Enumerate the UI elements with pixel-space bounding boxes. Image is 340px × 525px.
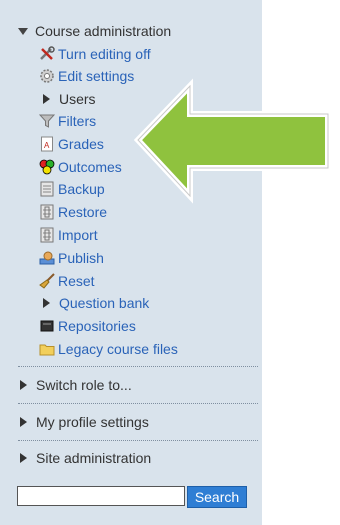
- repositories-link[interactable]: Repositories: [39, 315, 136, 337]
- switch-role-label: Switch role to...: [36, 377, 132, 393]
- outcomes-link[interactable]: Outcomes: [39, 156, 122, 178]
- question-bank-label: Question bank: [59, 295, 150, 311]
- reset-label: Reset: [58, 273, 95, 289]
- users-label: Users: [59, 91, 96, 107]
- course-administration-label: Course administration: [35, 23, 172, 39]
- grades-link[interactable]: A Grades: [39, 133, 104, 155]
- import-link[interactable]: Import: [39, 224, 98, 246]
- svg-text:A: A: [44, 141, 50, 150]
- pointer-arrow-icon: [133, 78, 331, 204]
- restore-link[interactable]: Restore: [39, 201, 107, 223]
- expand-arrow-icon: [20, 417, 27, 427]
- reset-broom-icon: [39, 273, 55, 289]
- backup-link[interactable]: Backup: [39, 178, 105, 200]
- turn-editing-off-link[interactable]: Turn editing off: [39, 43, 151, 65]
- edit-settings-label: Edit settings: [58, 68, 135, 84]
- my-profile-settings-node[interactable]: My profile settings: [20, 411, 149, 433]
- tools-icon: [39, 46, 55, 62]
- section-divider: [18, 440, 258, 441]
- edit-settings-link[interactable]: Edit settings: [39, 65, 134, 87]
- import-label: Import: [58, 227, 98, 243]
- expand-arrow-icon: [43, 298, 50, 308]
- section-divider: [18, 366, 258, 367]
- gear-icon: [39, 68, 55, 84]
- publish-label: Publish: [58, 250, 104, 266]
- repository-icon: [39, 318, 55, 334]
- expand-arrow-icon: [20, 453, 27, 463]
- legacy-course-files-label: Legacy course files: [58, 341, 178, 357]
- filters-link[interactable]: Filters: [39, 110, 96, 132]
- section-divider: [18, 403, 258, 404]
- funnel-icon: [39, 113, 55, 129]
- restore-icon: [39, 204, 55, 220]
- expand-arrow-icon: [20, 380, 27, 390]
- question-bank-node[interactable]: Question bank: [43, 292, 149, 314]
- publish-icon: [39, 250, 55, 266]
- legacy-course-files-link[interactable]: Legacy course files: [39, 338, 178, 360]
- folder-icon: [39, 341, 55, 357]
- reset-link[interactable]: Reset: [39, 270, 95, 292]
- import-icon: [39, 227, 55, 243]
- filters-label: Filters: [58, 113, 97, 129]
- switch-role-node[interactable]: Switch role to...: [20, 374, 132, 396]
- turn-editing-off-label: Turn editing off: [58, 46, 151, 62]
- publish-link[interactable]: Publish: [39, 247, 104, 269]
- site-administration-label: Site administration: [36, 450, 152, 466]
- users-node[interactable]: Users: [43, 88, 96, 110]
- outcomes-icon: [39, 159, 55, 175]
- collapse-arrow-icon: [18, 27, 28, 35]
- outcomes-label: Outcomes: [58, 159, 122, 175]
- course-administration-node[interactable]: Course administration: [18, 20, 171, 42]
- repositories-label: Repositories: [58, 318, 136, 334]
- site-administration-node[interactable]: Site administration: [20, 447, 151, 469]
- restore-label: Restore: [58, 204, 108, 220]
- search-input[interactable]: [17, 486, 185, 506]
- expand-arrow-icon: [43, 94, 50, 104]
- grades-label: Grades: [58, 136, 104, 152]
- backup-label: Backup: [58, 181, 105, 197]
- search-button[interactable]: Search: [187, 486, 247, 508]
- my-profile-settings-label: My profile settings: [36, 414, 149, 430]
- backup-icon: [39, 181, 55, 197]
- grades-document-icon: A: [39, 136, 55, 152]
